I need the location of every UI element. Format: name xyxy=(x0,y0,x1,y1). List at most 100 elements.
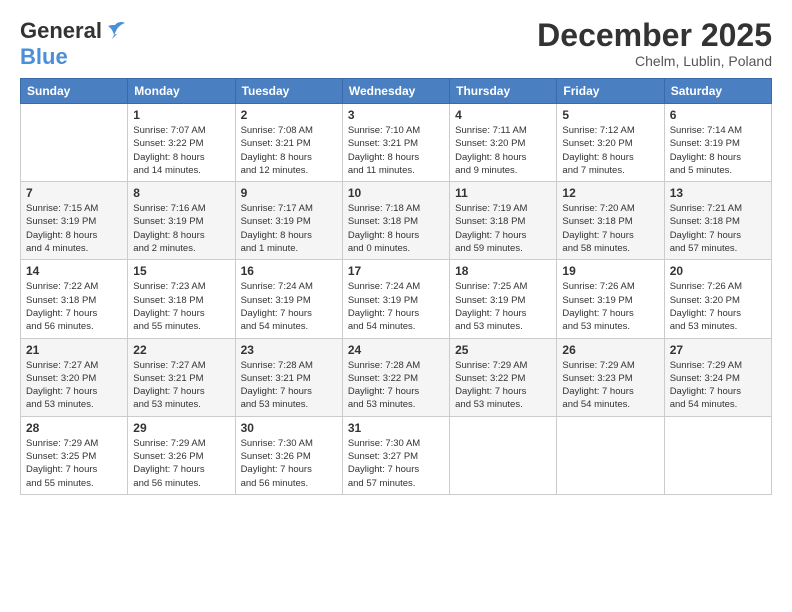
calendar-week-row: 7 Sunrise: 7:15 AM Sunset: 3:19 PM Daylig… xyxy=(21,182,772,260)
day-info: Sunrise: 7:29 AM Sunset: 3:23 PM Dayligh… xyxy=(562,359,658,412)
day-info: Sunrise: 7:17 AM Sunset: 3:19 PM Dayligh… xyxy=(241,202,337,255)
day-number: 16 xyxy=(241,264,337,278)
table-row: 8 Sunrise: 7:16 AM Sunset: 3:19 PM Daylig… xyxy=(128,182,235,260)
logo-general: General xyxy=(20,18,102,44)
logo-bird-icon xyxy=(104,21,126,41)
day-number: 13 xyxy=(670,186,766,200)
table-row: 30 Sunrise: 7:30 AM Sunset: 3:26 PM Dayli… xyxy=(235,416,342,494)
col-saturday: Saturday xyxy=(664,79,771,104)
day-number: 15 xyxy=(133,264,229,278)
day-number: 1 xyxy=(133,108,229,122)
day-info: Sunrise: 7:14 AM Sunset: 3:19 PM Dayligh… xyxy=(670,124,766,177)
month-title: December 2025 xyxy=(537,18,772,53)
table-row xyxy=(557,416,664,494)
day-number: 6 xyxy=(670,108,766,122)
table-row: 10 Sunrise: 7:18 AM Sunset: 3:18 PM Dayli… xyxy=(342,182,449,260)
table-row xyxy=(664,416,771,494)
table-row: 31 Sunrise: 7:30 AM Sunset: 3:27 PM Dayli… xyxy=(342,416,449,494)
calendar-table: Sunday Monday Tuesday Wednesday Thursday… xyxy=(20,78,772,495)
day-number: 24 xyxy=(348,343,444,357)
table-row: 29Sunrise: 7:29 AM Sunset: 3:26 PM Dayli… xyxy=(128,416,235,494)
calendar-week-row: 14 Sunrise: 7:22 AM Sunset: 3:18 PM Dayli… xyxy=(21,260,772,338)
day-number: 25 xyxy=(455,343,551,357)
day-number: 19 xyxy=(562,264,658,278)
day-info: Sunrise: 7:20 AM Sunset: 3:18 PM Dayligh… xyxy=(562,202,658,255)
day-info: Sunrise: 7:08 AM Sunset: 3:21 PM Dayligh… xyxy=(241,124,337,177)
day-info: Sunrise: 7:12 AM Sunset: 3:20 PM Dayligh… xyxy=(562,124,658,177)
table-row: 9Sunrise: 7:17 AM Sunset: 3:19 PM Daylig… xyxy=(235,182,342,260)
calendar-week-row: 1Sunrise: 7:07 AM Sunset: 3:22 PM Daylig… xyxy=(21,104,772,182)
day-number: 3 xyxy=(348,108,444,122)
day-number: 20 xyxy=(670,264,766,278)
header: General Blue December 2025 Chelm, Lublin… xyxy=(20,18,772,70)
day-number: 14 xyxy=(26,264,122,278)
day-info: Sunrise: 7:29 AM Sunset: 3:25 PM Dayligh… xyxy=(26,437,122,490)
day-info: Sunrise: 7:30 AM Sunset: 3:27 PM Dayligh… xyxy=(348,437,444,490)
table-row: 20 Sunrise: 7:26 AM Sunset: 3:20 PM Dayli… xyxy=(664,260,771,338)
day-info: Sunrise: 7:18 AM Sunset: 3:18 PM Dayligh… xyxy=(348,202,444,255)
table-row: 7 Sunrise: 7:15 AM Sunset: 3:19 PM Daylig… xyxy=(21,182,128,260)
day-info: Sunrise: 7:25 AM Sunset: 3:19 PM Dayligh… xyxy=(455,280,551,333)
day-number: 22 xyxy=(133,343,229,357)
day-info: Sunrise: 7:28 AM Sunset: 3:21 PM Dayligh… xyxy=(241,359,337,412)
table-row: 2 Sunrise: 7:08 AM Sunset: 3:21 PM Daylig… xyxy=(235,104,342,182)
day-number: 12 xyxy=(562,186,658,200)
table-row: 26 Sunrise: 7:29 AM Sunset: 3:23 PM Dayli… xyxy=(557,338,664,416)
table-row: 21 Sunrise: 7:27 AM Sunset: 3:20 PM Dayli… xyxy=(21,338,128,416)
table-row: 4 Sunrise: 7:11 AM Sunset: 3:20 PM Daylig… xyxy=(450,104,557,182)
col-sunday: Sunday xyxy=(21,79,128,104)
table-row: 3 Sunrise: 7:10 AM Sunset: 3:21 PM Daylig… xyxy=(342,104,449,182)
day-info: Sunrise: 7:22 AM Sunset: 3:18 PM Dayligh… xyxy=(26,280,122,333)
day-info: Sunrise: 7:27 AM Sunset: 3:20 PM Dayligh… xyxy=(26,359,122,412)
table-row: 18 Sunrise: 7:25 AM Sunset: 3:19 PM Dayli… xyxy=(450,260,557,338)
day-info: Sunrise: 7:16 AM Sunset: 3:19 PM Dayligh… xyxy=(133,202,229,255)
table-row: 27Sunrise: 7:29 AM Sunset: 3:24 PM Dayli… xyxy=(664,338,771,416)
day-number: 4 xyxy=(455,108,551,122)
day-info: Sunrise: 7:11 AM Sunset: 3:20 PM Dayligh… xyxy=(455,124,551,177)
col-wednesday: Wednesday xyxy=(342,79,449,104)
day-number: 11 xyxy=(455,186,551,200)
col-thursday: Thursday xyxy=(450,79,557,104)
day-number: 21 xyxy=(26,343,122,357)
logo: General Blue xyxy=(20,18,126,70)
table-row: 12 Sunrise: 7:20 AM Sunset: 3:18 PM Dayli… xyxy=(557,182,664,260)
table-row: 15 Sunrise: 7:23 AM Sunset: 3:18 PM Dayli… xyxy=(128,260,235,338)
table-row: 11 Sunrise: 7:19 AM Sunset: 3:18 PM Dayli… xyxy=(450,182,557,260)
day-number: 27 xyxy=(670,343,766,357)
day-info: Sunrise: 7:27 AM Sunset: 3:21 PM Dayligh… xyxy=(133,359,229,412)
title-block: December 2025 Chelm, Lublin, Poland xyxy=(537,18,772,69)
table-row: 22 Sunrise: 7:27 AM Sunset: 3:21 PM Dayli… xyxy=(128,338,235,416)
day-info: Sunrise: 7:24 AM Sunset: 3:19 PM Dayligh… xyxy=(348,280,444,333)
table-row: 16Sunrise: 7:24 AM Sunset: 3:19 PM Dayli… xyxy=(235,260,342,338)
day-number: 7 xyxy=(26,186,122,200)
day-info: Sunrise: 7:10 AM Sunset: 3:21 PM Dayligh… xyxy=(348,124,444,177)
day-number: 5 xyxy=(562,108,658,122)
table-row xyxy=(21,104,128,182)
day-number: 8 xyxy=(133,186,229,200)
table-row: 14 Sunrise: 7:22 AM Sunset: 3:18 PM Dayli… xyxy=(21,260,128,338)
day-number: 26 xyxy=(562,343,658,357)
day-number: 2 xyxy=(241,108,337,122)
day-number: 29 xyxy=(133,421,229,435)
day-info: Sunrise: 7:26 AM Sunset: 3:20 PM Dayligh… xyxy=(670,280,766,333)
day-number: 31 xyxy=(348,421,444,435)
calendar-header-row: Sunday Monday Tuesday Wednesday Thursday… xyxy=(21,79,772,104)
day-number: 18 xyxy=(455,264,551,278)
table-row: 17Sunrise: 7:24 AM Sunset: 3:19 PM Dayli… xyxy=(342,260,449,338)
location: Chelm, Lublin, Poland xyxy=(537,53,772,69)
table-row: 19Sunrise: 7:26 AM Sunset: 3:19 PM Dayli… xyxy=(557,260,664,338)
table-row: 25Sunrise: 7:29 AM Sunset: 3:22 PM Dayli… xyxy=(450,338,557,416)
table-row: 1Sunrise: 7:07 AM Sunset: 3:22 PM Daylig… xyxy=(128,104,235,182)
day-info: Sunrise: 7:30 AM Sunset: 3:26 PM Dayligh… xyxy=(241,437,337,490)
table-row: 6 Sunrise: 7:14 AM Sunset: 3:19 PM Daylig… xyxy=(664,104,771,182)
day-number: 23 xyxy=(241,343,337,357)
day-info: Sunrise: 7:19 AM Sunset: 3:18 PM Dayligh… xyxy=(455,202,551,255)
day-number: 10 xyxy=(348,186,444,200)
day-info: Sunrise: 7:15 AM Sunset: 3:19 PM Dayligh… xyxy=(26,202,122,255)
day-info: Sunrise: 7:21 AM Sunset: 3:18 PM Dayligh… xyxy=(670,202,766,255)
day-info: Sunrise: 7:28 AM Sunset: 3:22 PM Dayligh… xyxy=(348,359,444,412)
day-number: 30 xyxy=(241,421,337,435)
table-row: 24 Sunrise: 7:28 AM Sunset: 3:22 PM Dayli… xyxy=(342,338,449,416)
day-info: Sunrise: 7:23 AM Sunset: 3:18 PM Dayligh… xyxy=(133,280,229,333)
col-tuesday: Tuesday xyxy=(235,79,342,104)
